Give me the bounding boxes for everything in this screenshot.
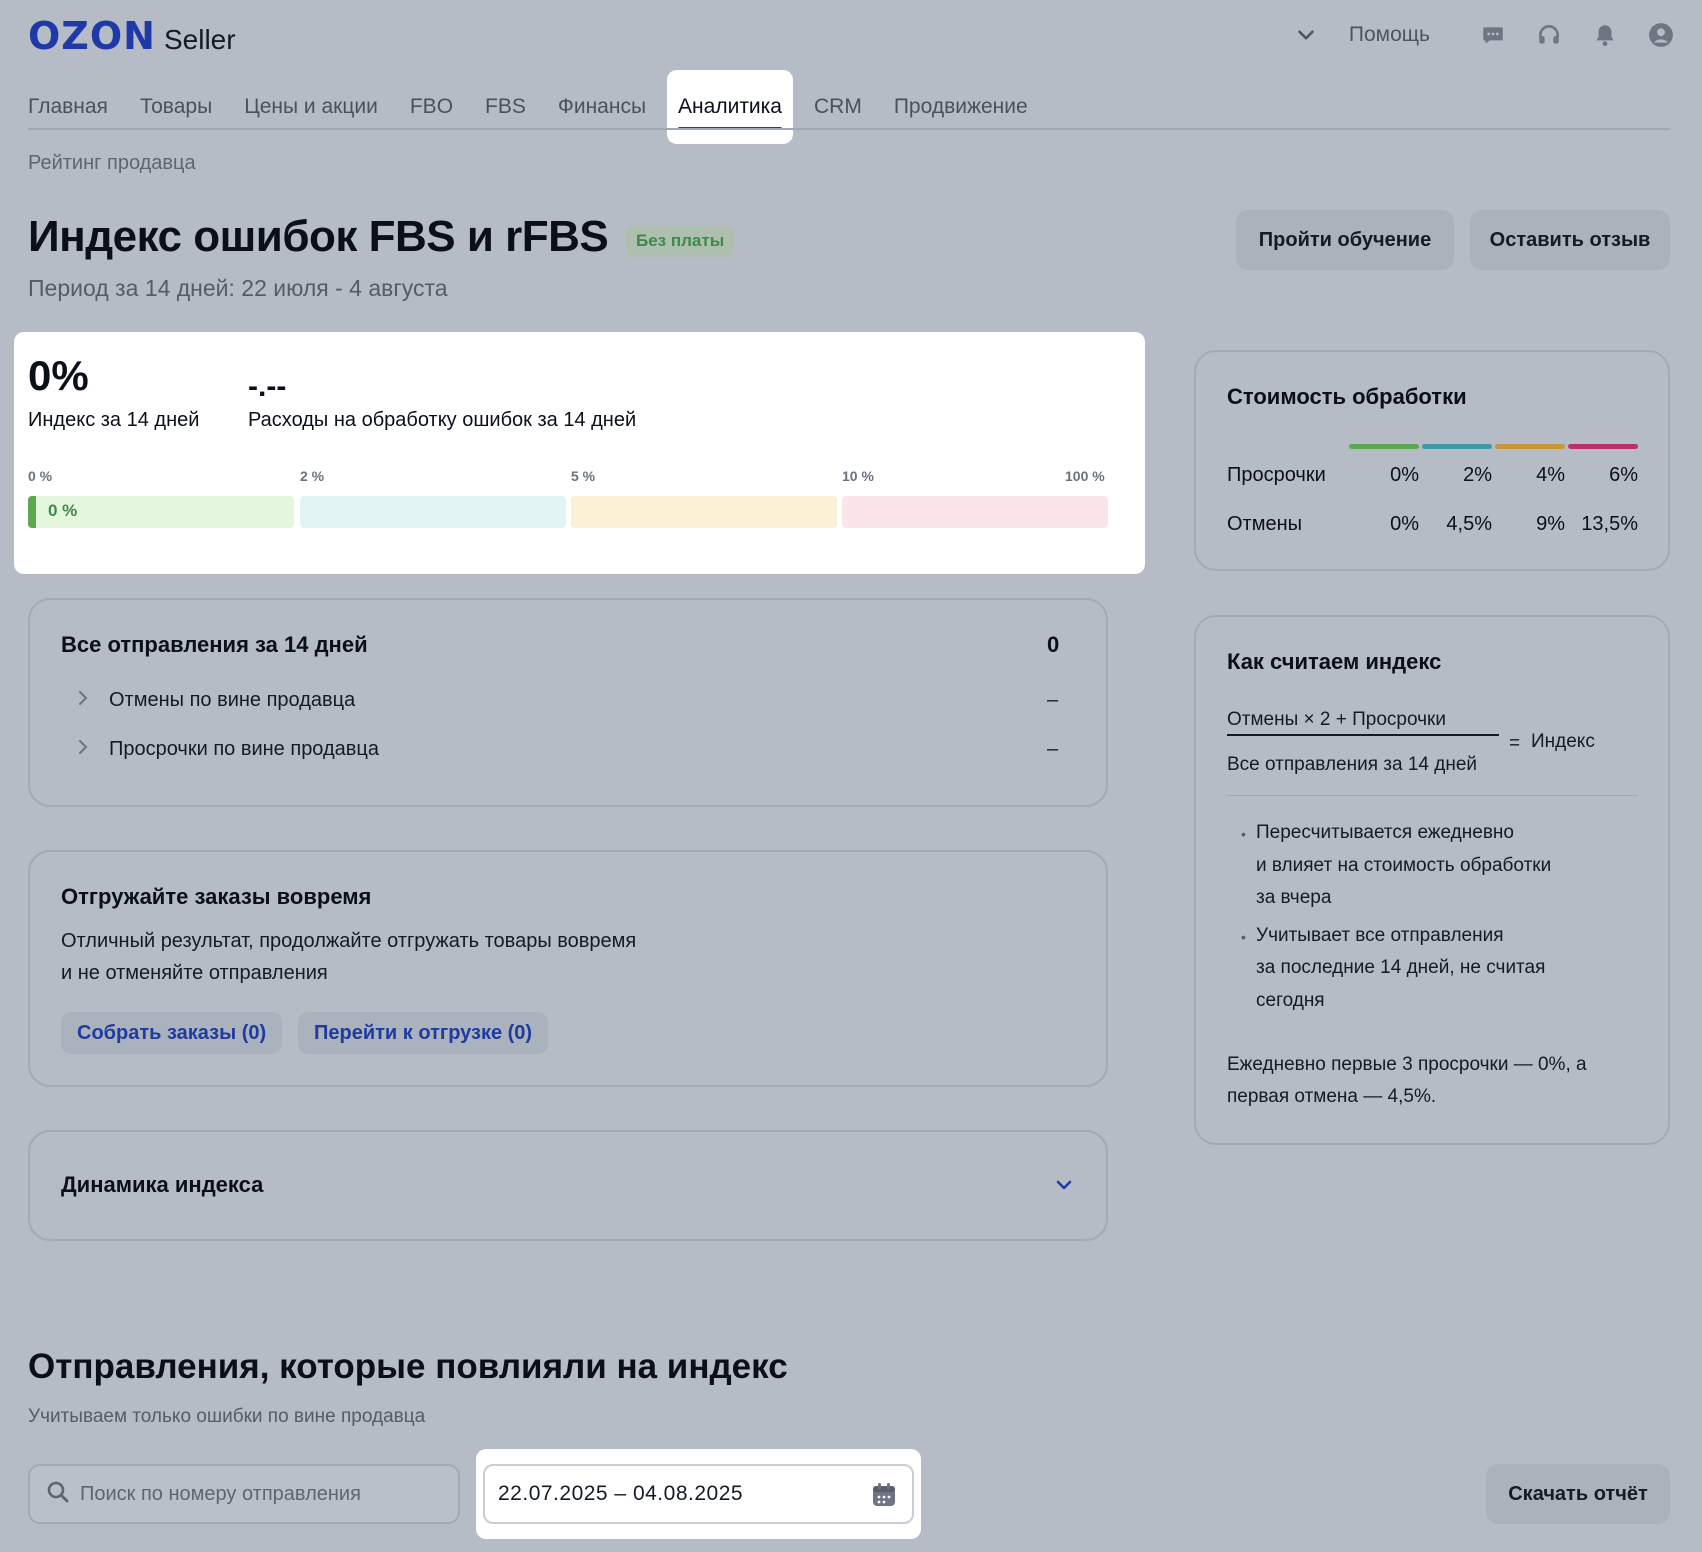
calc-note-line-2: первая отмена — 4,5%. (1227, 1086, 1437, 1107)
user-avatar-icon[interactable] (1648, 22, 1674, 48)
chevron-down-icon[interactable] (1053, 1174, 1075, 1201)
scale-segment-teal (300, 496, 566, 528)
index-label: Индекс за 14 дней (28, 409, 200, 431)
scale-label-2: 2 % (300, 468, 325, 484)
collect-orders-button[interactable]: Собрать заказы (0) (61, 1012, 283, 1054)
index-dynamics-title: Динамика индекса (61, 1172, 264, 1197)
shipment-search-input[interactable] (80, 1482, 458, 1506)
calc-note-line-1: Ежедневно первые 3 просрочки — 0%, а (1227, 1054, 1587, 1075)
formula-numerator: Отмены × 2 + Просрочки (1227, 709, 1446, 730)
ozon-seller-logo[interactable]: OZON Seller (28, 14, 236, 58)
nav-item-prices[interactable]: Цены и акции (228, 70, 394, 144)
review-button[interactable]: Оставить отзыв (1470, 210, 1670, 270)
header-actions: Помощь (1293, 16, 1674, 54)
cancellations-row[interactable]: Отмены по вине продавца (109, 689, 355, 712)
scale-label-5: 5 % (571, 468, 596, 484)
free-badge: Без платы (626, 225, 735, 257)
formula-result: Индекс (1531, 731, 1595, 752)
cost-delays-3: 4% (1536, 464, 1565, 486)
cost-bar-orange (1495, 444, 1565, 449)
bullet-dot: • (1241, 929, 1246, 945)
bullet-1-line-3: за вчера (1256, 887, 1332, 908)
shipments-total: 0 (1047, 632, 1060, 657)
affected-shipments-subtitle: Учитываем только ошибки по вине продавца (28, 1406, 426, 1427)
go-to-shipment-button[interactable]: Перейти к отгрузке (0) (298, 1012, 549, 1054)
index-summary-card (14, 332, 1145, 574)
download-report-button[interactable]: Скачать отчёт (1486, 1464, 1670, 1524)
shipment-search-field[interactable] (28, 1464, 460, 1524)
bullet-1-line-1: Пересчитывается ежедневно (1256, 822, 1514, 843)
nav-item-fbo[interactable]: FBO (394, 70, 469, 144)
ontime-text-2: и не отменяйте отправления (61, 962, 328, 984)
cost-bar-pink (1568, 444, 1638, 449)
nav-item-crm[interactable]: CRM (798, 70, 878, 144)
scale-label-0: 0 % (28, 468, 53, 484)
bullet-2-line-1: Учитывает все отправления (1256, 925, 1504, 946)
nav-item-fbs[interactable]: FBS (469, 70, 542, 144)
cost-cancellations-1: 0% (1390, 513, 1419, 535)
delays-row[interactable]: Просрочки по вине продавца (109, 738, 379, 761)
nav-item-main[interactable]: Главная (28, 70, 124, 144)
cost-delays-4: 6% (1609, 464, 1638, 486)
bullet-1-line-2: и влияет на стоимость обработки (1256, 855, 1552, 876)
cost-bar-green (1349, 444, 1419, 449)
scale-segment-orange (571, 496, 837, 528)
scale-segment-pink (842, 496, 1108, 528)
chevron-right-icon[interactable] (76, 688, 90, 714)
error-cost-value: -.-- (248, 370, 287, 403)
date-range-value: 22.07.2025 – 04.08.2025 (498, 1482, 744, 1505)
ontime-text-1: Отличный результат, продолжайте отгружат… (61, 930, 637, 952)
nav-divider (28, 128, 1670, 130)
calc-divider (1227, 795, 1638, 796)
index-calculation-title: Как считаем индекс (1227, 649, 1442, 674)
bullet-dot: • (1241, 826, 1246, 842)
logo-seller-text: Seller (163, 24, 236, 55)
processing-cost-title: Стоимость обработки (1227, 384, 1467, 409)
nav-item-promotion[interactable]: Продвижение (878, 70, 1044, 144)
cost-cancellations-2: 4,5% (1446, 513, 1492, 535)
headset-icon[interactable] (1536, 22, 1562, 48)
calendar-icon[interactable] (870, 1481, 898, 1509)
logo-ozon-text: OZON (28, 14, 156, 58)
cost-row-cancellations-label: Отмены (1227, 513, 1303, 535)
current-index-marker: 0 % (48, 501, 78, 520)
main-nav: Главная Товары Цены и акции FBO FBS Фина… (28, 70, 1044, 144)
scale-label-10: 10 % (842, 468, 874, 484)
chevron-right-icon[interactable] (76, 737, 90, 763)
shipments-title: Все отправления за 14 дней (61, 632, 368, 657)
index-value: 0% (28, 352, 89, 399)
bullet-2-line-3: сегодня (1256, 990, 1325, 1011)
cancellations-value: – (1047, 689, 1059, 711)
formula-denominator: Все отправления за 14 дней (1227, 754, 1478, 775)
cost-delays-2: 2% (1463, 464, 1492, 486)
formula-fraction-line (1227, 734, 1499, 736)
cost-cancellations-4: 13,5% (1581, 513, 1638, 535)
breadcrumb[interactable]: Рейтинг продавца (28, 152, 196, 175)
error-cost-label: Расходы на обработку ошибок за 14 дней (248, 409, 637, 431)
cost-bar-teal (1422, 444, 1492, 449)
formula-equals: = (1509, 733, 1521, 754)
date-range-picker[interactable]: 22.07.2025 – 04.08.2025 (483, 1464, 914, 1524)
nav-item-products[interactable]: Товары (124, 70, 228, 144)
search-icon (46, 1480, 70, 1509)
scale-label-100: 100 % (1065, 468, 1105, 484)
ontime-title: Отгружайте заказы вовремя (61, 884, 372, 909)
nav-item-finance[interactable]: Финансы (542, 70, 662, 144)
chevron-down-icon[interactable] (1293, 22, 1319, 48)
help-link[interactable]: Помощь (1349, 23, 1430, 47)
period-text: Период за 14 дней: 22 июля - 4 августа (28, 275, 448, 301)
affected-shipments-title: Отправления, которые повлияли на индекс (28, 1347, 788, 1386)
delays-value: – (1047, 738, 1059, 760)
bullet-2-line-2: за последние 14 дней, не считая (1256, 957, 1546, 978)
cost-row-delays-label: Просрочки (1227, 464, 1326, 486)
learn-button[interactable]: Пройти обучение (1236, 210, 1454, 270)
cost-delays-1: 0% (1390, 464, 1419, 486)
page-title: Индекс ошибок FBS и rFBS (28, 212, 609, 261)
cost-cancellations-3: 9% (1536, 513, 1565, 535)
chat-icon[interactable] (1480, 22, 1506, 48)
bell-icon[interactable] (1592, 22, 1618, 48)
nav-item-analytics[interactable]: Аналитика (667, 70, 793, 144)
